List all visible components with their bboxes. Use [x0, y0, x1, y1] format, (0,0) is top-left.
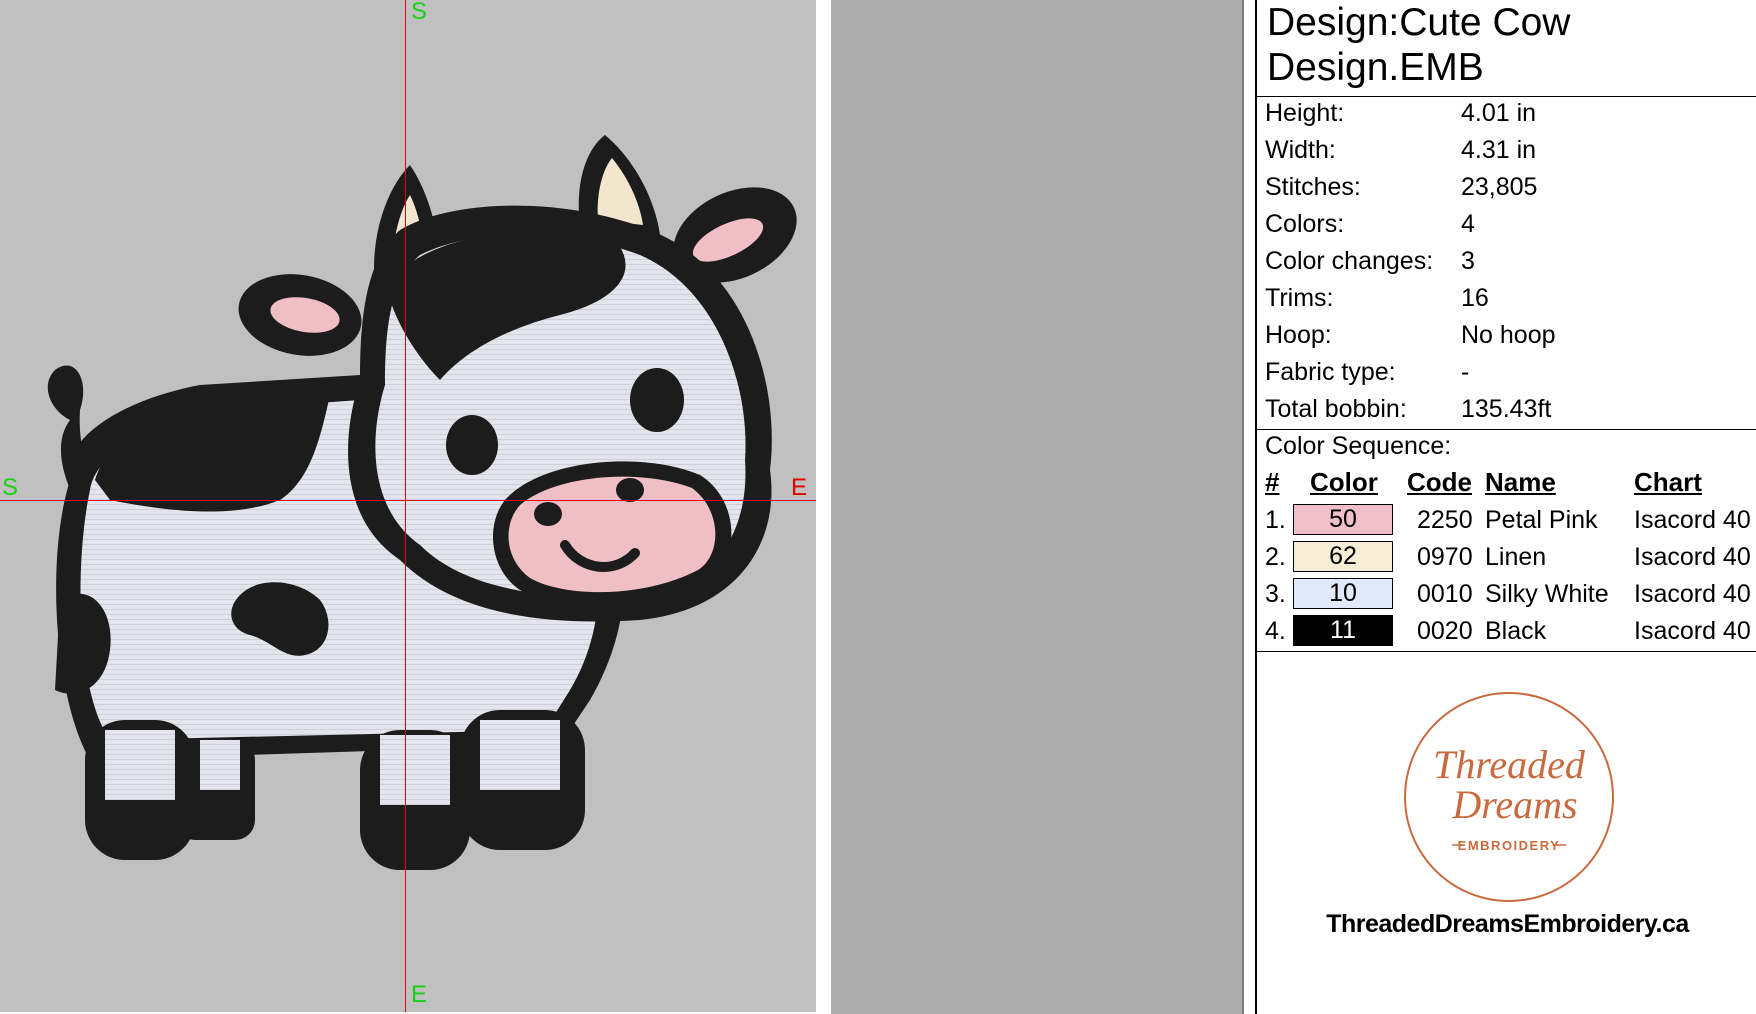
logo-word-threaded: Threaded [1433, 742, 1586, 787]
stat-value-total-bobbin: 135.43ft [1461, 395, 1552, 423]
stat-label-width: Width: [1265, 136, 1336, 164]
cow-embroidery-design [47, 135, 797, 870]
header-number: # [1265, 467, 1280, 497]
color-chart: Isacord 40 [1634, 506, 1751, 534]
color-code: 0970 [1417, 543, 1473, 571]
empty-workspace-panel [831, 0, 1244, 1014]
stat-value-fabric-type: - [1461, 358, 1470, 386]
design-name: Design:Cute Cow [1267, 1, 1571, 44]
design-info-panel: Design:Cute Cow Design.EMB Height: 4.01 … [1255, 0, 1756, 1014]
color-row-number: 2. [1265, 543, 1286, 571]
stat-label-color-changes: Color changes: [1265, 247, 1434, 275]
stat-label-fabric-type: Fabric type: [1265, 358, 1396, 386]
color-name: Silky White [1485, 580, 1609, 608]
guide-marker-left: S [2, 474, 19, 501]
stat-value-colors: 4 [1461, 210, 1475, 238]
color-row-number: 3. [1265, 580, 1286, 608]
stat-label-height: Height: [1265, 99, 1345, 127]
color-name: Black [1485, 617, 1547, 645]
guide-marker-top: S [411, 0, 428, 25]
stat-value-trims: 16 [1461, 284, 1489, 312]
color-name: Linen [1485, 543, 1547, 571]
color-chart: Isacord 40 [1634, 617, 1751, 645]
header-name: Name [1485, 467, 1556, 497]
color-code: 2250 [1417, 506, 1473, 534]
color-code: 0010 [1417, 580, 1473, 608]
color-row-number: 4. [1265, 617, 1286, 645]
color-name: Petal Pink [1485, 506, 1598, 534]
panel-divider [816, 0, 831, 1014]
stat-label-hoop: Hoop: [1265, 321, 1332, 349]
stat-value-height: 4.01 in [1461, 99, 1537, 127]
color-swatch: 10 [1293, 578, 1393, 609]
color-sequence-title: Color Sequence: [1265, 432, 1452, 460]
logo-word-embroidery: EMBROIDERY [1458, 838, 1561, 853]
header-code: Code [1407, 467, 1472, 497]
table-divider [1257, 651, 1756, 652]
title-divider [1257, 96, 1756, 97]
stats-divider [1257, 429, 1756, 430]
header-color: Color [1310, 467, 1378, 497]
color-chart: Isacord 40 [1634, 580, 1751, 608]
stat-value-width: 4.31 in [1461, 136, 1537, 164]
design-title: Design:Cute Cow Design.EMB [1267, 0, 1570, 90]
stat-label-colors: Colors: [1265, 210, 1345, 238]
color-row-number: 1. [1265, 506, 1286, 534]
logo-word-dreams: Dreams [1451, 782, 1577, 827]
stat-label-trims: Trims: [1265, 284, 1334, 312]
color-chart: Isacord 40 [1634, 543, 1751, 571]
guide-marker-bottom: E [411, 981, 428, 1008]
header-chart: Chart [1634, 467, 1702, 497]
website-url: ThreadedDreamsEmbroidery.ca [1326, 910, 1689, 938]
stat-value-hoop: No hoop [1461, 321, 1556, 349]
stat-value-stitches: 23,805 [1461, 173, 1538, 201]
stat-value-color-changes: 3 [1461, 247, 1475, 275]
color-swatch: 62 [1293, 541, 1393, 572]
color-swatch: 11 [1293, 615, 1393, 646]
guide-marker-right: E [791, 474, 808, 501]
threaded-dreams-logo: Threaded Dreams EMBROIDERY [1404, 692, 1614, 902]
stat-label-total-bobbin: Total bobbin: [1265, 395, 1407, 423]
design-filename: Design.EMB [1267, 46, 1484, 89]
color-swatch: 50 [1293, 504, 1393, 535]
design-preview-canvas[interactable]: S E S E [0, 0, 816, 1012]
horizontal-guide-line [0, 500, 816, 501]
vertical-guide-line [405, 0, 406, 1012]
color-code: 0020 [1417, 617, 1473, 645]
stat-label-stitches: Stitches: [1265, 173, 1361, 201]
